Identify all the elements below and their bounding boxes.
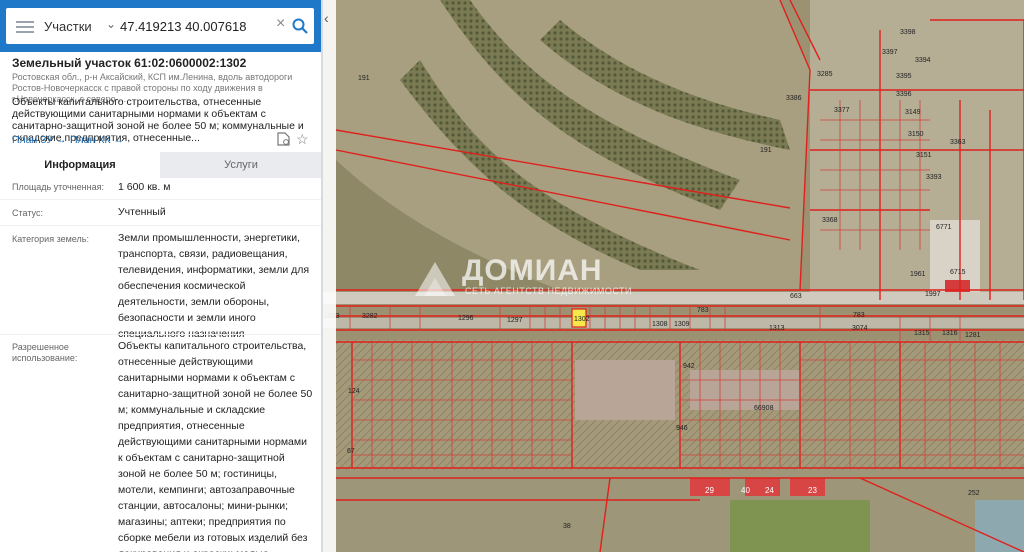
- parcel-label: 1308: [652, 321, 668, 328]
- road: [322, 318, 1024, 328]
- collapse-panel-button[interactable]: ‹: [322, 0, 336, 552]
- parcel-label: 1313: [769, 325, 785, 332]
- houses-cluster: [690, 370, 800, 410]
- tab-services[interactable]: Услуги: [160, 152, 321, 178]
- parcel-label: 3151: [916, 152, 932, 159]
- parcel-label: 38: [563, 523, 571, 530]
- pdf-icon[interactable]: [277, 132, 290, 146]
- parcel-label: 3363: [950, 139, 966, 146]
- parcel-label: 3393: [926, 174, 942, 181]
- parcel-label: 1997: [925, 291, 941, 298]
- parcel-label: 3386: [786, 95, 802, 102]
- parcel-label: 67: [347, 448, 355, 455]
- chevron-left-icon[interactable]: ‹: [324, 10, 329, 26]
- parcel-label: 124: [348, 388, 360, 395]
- plan-zu-link[interactable]: План ЗУ →: [12, 134, 67, 146]
- green-field: [730, 500, 870, 552]
- parcel-label: 191: [760, 147, 772, 154]
- parcel-label: 191: [358, 75, 370, 82]
- building: [745, 478, 780, 496]
- parcel-label: 3282: [362, 313, 378, 320]
- close-icon[interactable]: ×: [276, 15, 285, 33]
- star-icon[interactable]: ☆: [296, 131, 309, 148]
- parcel-label: 3377: [834, 107, 850, 114]
- parcel-label: 3398: [900, 29, 916, 36]
- search-box: Участки ⌄ ×: [6, 8, 314, 44]
- parcel-label: 6771: [936, 224, 952, 231]
- row-divider: [0, 225, 321, 226]
- selected-parcel-label: 1302: [574, 316, 590, 323]
- parcel-label: 6715: [950, 269, 966, 276]
- parcel-label: 3149: [905, 109, 921, 116]
- parcel-label: 783: [697, 307, 709, 314]
- plan-kk-link[interactable]: План КК →: [70, 134, 124, 146]
- parcel-label: 663: [790, 293, 802, 300]
- parcel-label: 23: [808, 486, 817, 495]
- parcel-title: Земельный участок 61:02:0600002:1302: [12, 56, 247, 70]
- status-value: Учтенный: [118, 206, 166, 218]
- parcel-label: 3285: [817, 71, 833, 78]
- status-label: Статус:: [12, 208, 43, 218]
- parcel-label: 1316: [942, 330, 958, 337]
- row-divider: [0, 334, 321, 335]
- search-bar: Участки ⌄ ×: [0, 0, 321, 52]
- area-label: Площадь уточненная:: [12, 182, 104, 192]
- parcel-label: 1296: [458, 315, 474, 322]
- coordinates-input[interactable]: [120, 8, 274, 44]
- area-value: 1 600 кв. м: [118, 181, 171, 193]
- parcel-label: 1961: [910, 271, 926, 278]
- menu-icon[interactable]: [16, 18, 34, 34]
- tab-information[interactable]: Информация: [0, 152, 160, 178]
- parcel-label: 66908: [754, 405, 774, 412]
- land-category-value: Земли промышленности, энергетики, трансп…: [118, 232, 310, 340]
- parcel-label: 783: [853, 312, 865, 319]
- parcel-label: 3368: [822, 217, 838, 224]
- parcel-label: 3397: [882, 49, 898, 56]
- minimap[interactable]: [975, 500, 1024, 552]
- parcel-label: 1315: [914, 330, 930, 337]
- permitted-use-label: Разрешенное использование:: [12, 342, 78, 363]
- parcel-label: 1297: [507, 317, 523, 324]
- parcel-label: 40: [741, 486, 750, 495]
- parcel-label: 29: [705, 486, 714, 495]
- parcel-label: 1281: [965, 332, 981, 339]
- houses-cluster: [575, 360, 675, 420]
- parcel-label: 24: [765, 486, 774, 495]
- parcel-label: 1309: [674, 321, 690, 328]
- lower-area: [336, 470, 1024, 552]
- row-divider: [0, 199, 321, 200]
- parcel-label: 3394: [915, 57, 931, 64]
- chevron-down-icon[interactable]: ⌄: [106, 17, 116, 31]
- info-panel: Участки ⌄ × Земельный участок 61:02:0600…: [0, 0, 322, 552]
- highway: [322, 292, 1024, 304]
- parcel-label: 3074: [852, 325, 868, 332]
- parcel-label: 3396: [896, 91, 912, 98]
- parcel-label: 942: [683, 363, 695, 370]
- search-icon[interactable]: [292, 18, 308, 34]
- parcel-label: 252: [968, 490, 980, 497]
- parcel-label: 946: [676, 425, 688, 432]
- parcel-label: 3395: [896, 73, 912, 80]
- land-category-label: Категория земель:: [12, 234, 89, 244]
- tab-bar: Информация Услуги: [0, 152, 321, 178]
- parcel-label: 3150: [908, 131, 924, 138]
- permitted-use-value: Объекты капитального строительства, отне…: [118, 340, 313, 552]
